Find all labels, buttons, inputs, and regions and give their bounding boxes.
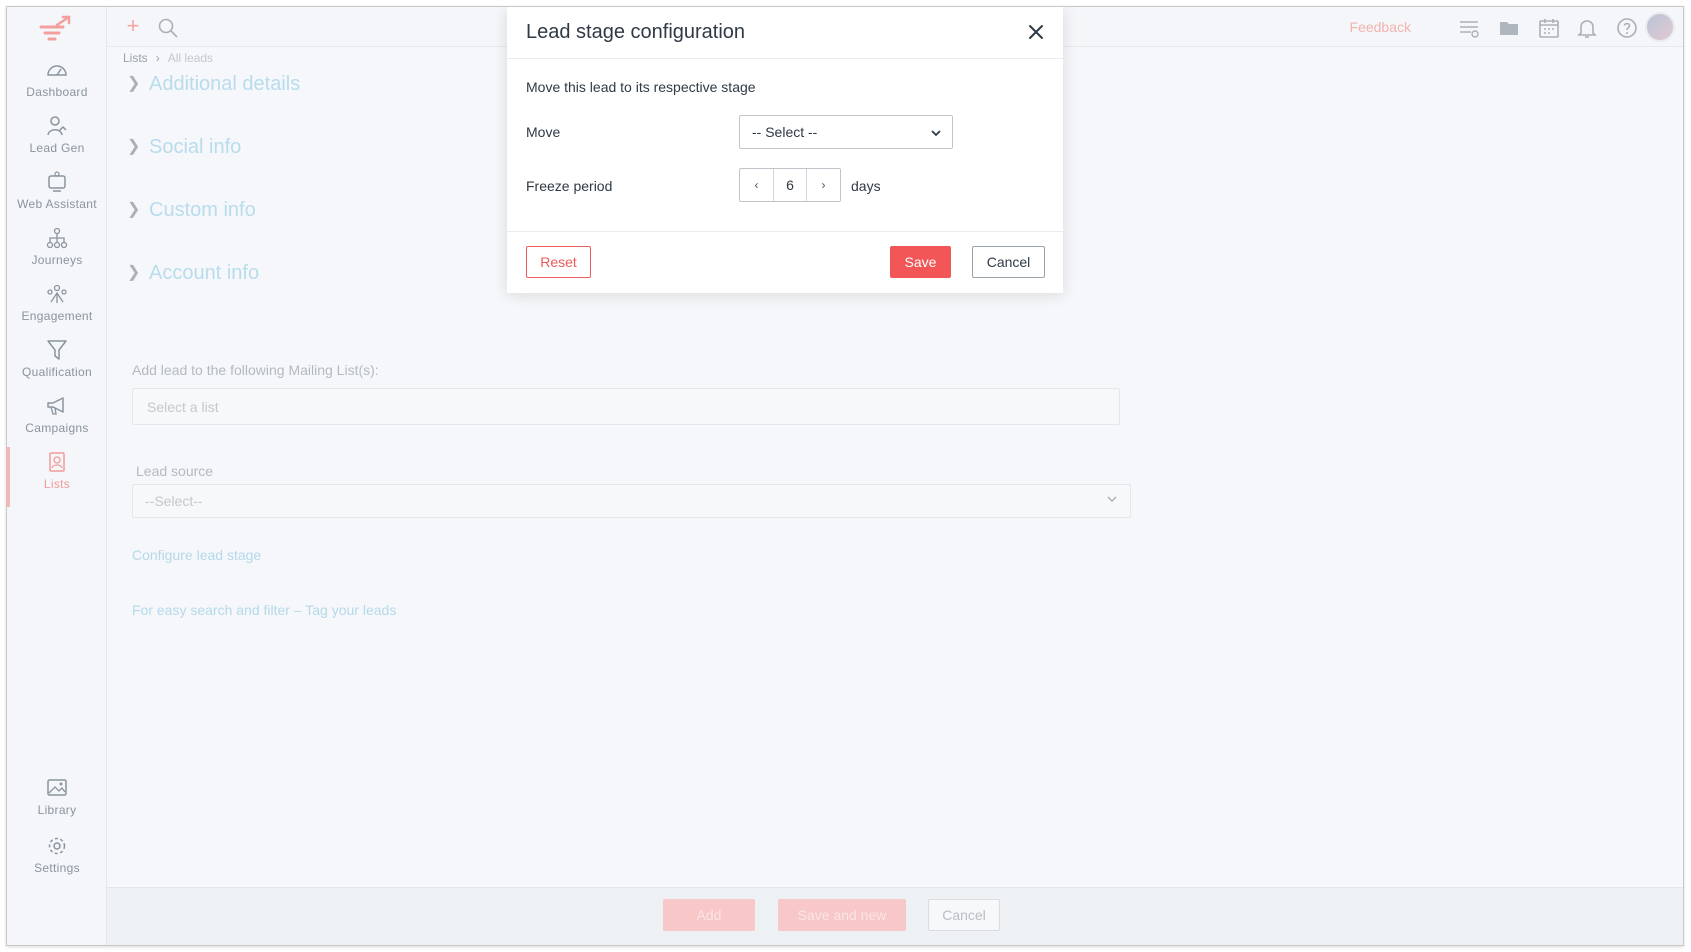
megaphone-icon: [47, 397, 64, 415]
gear-icon: [48, 837, 66, 855]
calendar-icon[interactable]: [1537, 16, 1561, 40]
modal-header: Lead stage configuration: [507, 7, 1063, 59]
mailing-list-label: Add lead to the following Mailing List(s…: [132, 362, 379, 378]
sidebar-item-label: Campaigns: [25, 421, 89, 435]
freeze-period-stepper: ‹ 6 ›: [739, 168, 841, 202]
app-logo[interactable]: [37, 15, 73, 45]
sidebar-item-dashboard[interactable]: Dashboard: [7, 59, 107, 115]
sidebar-item-label: Lead Gen: [29, 141, 85, 155]
mailing-list-placeholder: Select a list: [147, 398, 219, 415]
web-assistant-icon: [48, 171, 66, 192]
sidebar-item-campaigns[interactable]: Campaigns: [7, 395, 107, 451]
folder-icon[interactable]: [1497, 16, 1521, 40]
sidebar-item-label: Settings: [34, 861, 80, 875]
lead-stage-modal: Lead stage configuration Move this lead …: [507, 7, 1063, 293]
sidebar-item-label: Qualification: [22, 365, 92, 379]
feedback-link[interactable]: Feedback: [1350, 19, 1411, 35]
increment-button[interactable]: ›: [807, 169, 840, 201]
sidebar-item-journeys[interactable]: Journeys: [7, 227, 107, 283]
sidebar-item-label: Lists: [43, 477, 71, 491]
section-title: Social info: [149, 136, 242, 158]
chevron-down-icon: [931, 130, 941, 137]
section-account-info[interactable]: ❯ Account info: [127, 262, 259, 285]
image-icon: [47, 779, 67, 796]
lead-source-select[interactable]: --Select--: [132, 484, 1131, 518]
dashboard-icon: [47, 65, 67, 76]
avatar[interactable]: [1645, 12, 1675, 42]
modal-cancel-button[interactable]: Cancel: [972, 246, 1045, 278]
section-title: Account info: [149, 262, 260, 284]
task-list-icon[interactable]: [1457, 16, 1481, 40]
close-icon[interactable]: [1027, 23, 1045, 41]
section-custom-info[interactable]: ❯ Custom info: [127, 199, 256, 222]
engagement-icon: [47, 284, 67, 303]
journeys-icon: [46, 227, 68, 249]
save-button[interactable]: Save: [890, 246, 951, 278]
freeze-period-value[interactable]: 6: [773, 169, 807, 201]
sidebar-item-settings[interactable]: Settings: [7, 835, 107, 891]
sidebar-item-label: Web Assistant: [17, 197, 97, 211]
chevron-right-icon: ›: [821, 178, 826, 192]
help-icon[interactable]: [1615, 16, 1639, 40]
chevron-down-icon: [1107, 496, 1117, 503]
configure-lead-stage-link[interactable]: Configure lead stage: [132, 547, 261, 563]
cancel-button[interactable]: Cancel: [928, 899, 1000, 931]
section-additional-details[interactable]: ❯ Additional details: [127, 73, 300, 96]
sidebar-item-engagement[interactable]: Engagement: [7, 283, 107, 339]
breadcrumb: Lists › All leads: [123, 51, 213, 65]
search-icon[interactable]: [157, 17, 179, 39]
add-icon[interactable]: +: [121, 15, 145, 39]
sidebar-item-qualification[interactable]: Qualification: [7, 339, 107, 395]
chevron-right-icon: ❯: [127, 201, 141, 218]
modal-footer: Reset Save Cancel: [507, 232, 1063, 292]
form-footer: Add Save and new Cancel: [107, 887, 1683, 945]
mailing-list-input[interactable]: Select a list: [132, 388, 1120, 425]
tag-leads-link[interactable]: For easy search and filter – Tag your le…: [132, 602, 396, 618]
app-window: Dashboard Lead Gen Web Assistant Journey…: [6, 6, 1684, 946]
sidebar-item-lists[interactable]: Lists: [7, 447, 107, 507]
filter-icon: [47, 340, 67, 360]
contact-card-icon: [49, 452, 65, 472]
lead-source-value: --Select--: [145, 493, 203, 509]
add-button[interactable]: Add: [663, 899, 755, 931]
sidebar-item-label: Engagement: [21, 309, 93, 323]
save-and-new-button[interactable]: Save and new: [778, 899, 906, 931]
sidebar-item-library[interactable]: Library: [7, 777, 107, 833]
chevron-right-icon: ❯: [127, 138, 141, 155]
chevron-right-icon: ❯: [127, 75, 141, 92]
lead-gen-icon: [47, 116, 67, 136]
decrement-button[interactable]: ‹: [740, 169, 773, 201]
chevron-right-icon: ❯: [127, 264, 141, 281]
section-title: Additional details: [149, 73, 301, 95]
move-select-value: -- Select --: [752, 124, 818, 140]
move-stage-select[interactable]: -- Select --: [739, 115, 953, 149]
sidebar-item-web-assistant[interactable]: Web Assistant: [7, 171, 107, 227]
sidebar: Dashboard Lead Gen Web Assistant Journey…: [7, 7, 107, 945]
chevron-left-icon: ‹: [754, 178, 759, 192]
sidebar-item-label: Library: [37, 803, 77, 817]
sidebar-item-lead-gen[interactable]: Lead Gen: [7, 115, 107, 171]
modal-title: Lead stage configuration: [526, 21, 746, 43]
sidebar-item-label: Dashboard: [26, 85, 88, 99]
reset-button[interactable]: Reset: [526, 246, 591, 278]
freeze-unit-label: days: [851, 178, 881, 194]
modal-description: Move this lead to its respective stage: [526, 79, 756, 95]
bell-icon[interactable]: [1575, 16, 1599, 40]
sidebar-item-label: Journeys: [31, 253, 83, 267]
breadcrumb-separator-icon: ›: [155, 51, 160, 65]
breadcrumb-root[interactable]: Lists: [123, 51, 148, 65]
lead-source-label: Lead source: [136, 463, 214, 479]
breadcrumb-current: All leads: [167, 51, 214, 65]
section-title: Custom info: [149, 199, 256, 221]
modal-body: Move this lead to its respective stage M…: [507, 59, 1063, 232]
move-label: Move: [526, 124, 561, 140]
section-social-info[interactable]: ❯ Social info: [127, 136, 241, 159]
freeze-period-label: Freeze period: [526, 178, 613, 194]
